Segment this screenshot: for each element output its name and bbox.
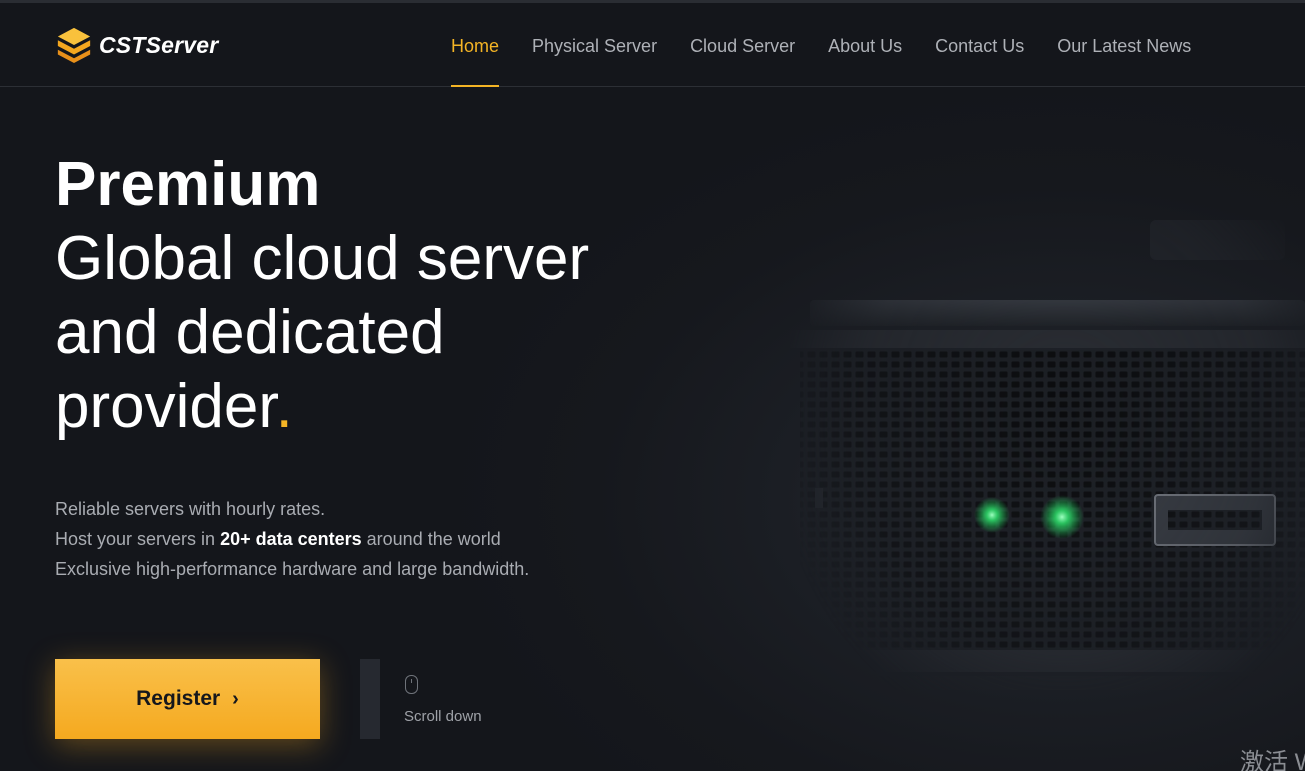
hero-title: Premium Global cloud server and dedicate… xyxy=(55,148,589,444)
nav-latest-news[interactable]: Our Latest News xyxy=(1057,3,1191,86)
hero-title-line-3-text: provider xyxy=(55,372,276,441)
subtext-highlight: 20+ data centers xyxy=(220,529,362,549)
nav-contact-us[interactable]: Contact Us xyxy=(935,3,1024,86)
chevron-right-icon: › xyxy=(232,687,239,710)
mouse-icon xyxy=(405,675,418,694)
brand-name: CSTServer xyxy=(99,31,219,58)
nav-about-us[interactable]: About Us xyxy=(828,3,902,86)
hero-title-dot: . xyxy=(275,372,293,441)
hero-subtext: Reliable servers with hourly rates. Host… xyxy=(55,494,529,584)
activation-watermark: 激活 W xyxy=(1240,749,1305,771)
subtext-line-2-post: around the world xyxy=(361,529,501,549)
logo-layers-icon xyxy=(57,27,91,64)
subtext-line-2: Host your servers in 20+ data centers ar… xyxy=(55,524,529,554)
scroll-divider xyxy=(360,659,380,739)
main-nav: Home Physical Server Cloud Server About … xyxy=(451,3,1224,87)
register-label: Register xyxy=(136,687,221,710)
site-header: CSTServer Home Physical Server Cloud Ser… xyxy=(0,3,1305,87)
nav-cloud-server[interactable]: Cloud Server xyxy=(690,3,795,86)
register-button[interactable]: Register › xyxy=(55,659,320,739)
hero-title-bold: Premium xyxy=(55,150,321,219)
subtext-line-3: Exclusive high-performance hardware and … xyxy=(55,559,530,579)
nav-home[interactable]: Home xyxy=(451,3,500,87)
brand-logo[interactable]: CSTServer xyxy=(55,26,218,64)
page: CSTServer Home Physical Server Cloud Ser… xyxy=(0,0,1305,771)
hero-title-line-3: provider. xyxy=(55,370,589,444)
subtext-line-1: Reliable servers with hourly rates. xyxy=(55,499,326,519)
scroll-down-link[interactable]: Scroll down xyxy=(404,675,482,725)
subtext-line-2-pre: Host your servers in xyxy=(55,529,221,549)
scroll-down-label: Scroll down xyxy=(404,708,482,725)
server-hero-image xyxy=(790,220,1305,690)
nav-physical-server[interactable]: Physical Server xyxy=(532,3,657,86)
hero-title-line-2: and dedicated xyxy=(55,298,445,367)
hero-title-line-1: Global cloud server xyxy=(55,224,590,293)
